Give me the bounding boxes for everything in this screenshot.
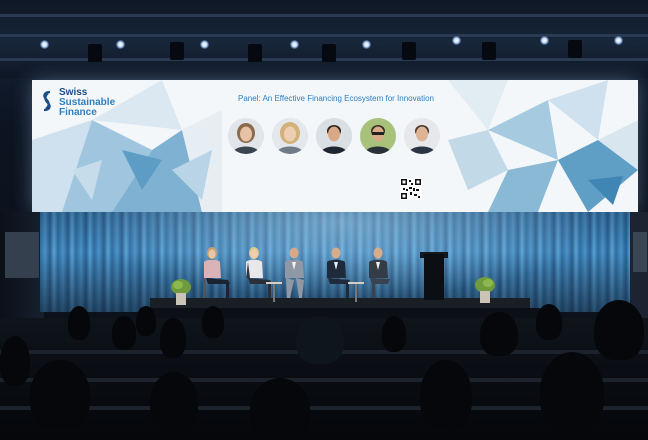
speaker-photo [360,118,396,154]
qr-code [400,178,422,200]
speaker-card [360,118,398,159]
projection-screen: Swiss Sustainable Finance Panel: An Effe… [32,80,638,212]
speaker-photo [228,118,264,154]
speaker-card [272,118,310,159]
conference-photo: Swiss Sustainable Finance Panel: An Effe… [0,0,648,440]
plant-left [171,279,191,305]
speaker-photo [404,118,440,154]
speaker-card [316,118,354,159]
panelist-1 [203,247,230,298]
logo-word-finance: Finance [59,107,97,118]
panelist-3 [285,247,304,298]
ssf-mark-icon [43,90,51,112]
wall-panel [5,232,39,278]
side-table [348,282,364,302]
plant-right [475,277,495,303]
speaker-photo [316,118,352,154]
wall-panel [633,232,647,272]
panelist-5 [369,247,390,298]
speaker-photo [272,118,308,154]
speaker-card [404,118,442,159]
polygon-pattern-right [448,80,638,212]
lectern [424,254,444,300]
panel-title: Panel: An Effective Financing Ecosystem … [238,94,434,103]
side-table [266,282,282,302]
ceiling-truss [0,0,648,78]
speaker-card [228,118,266,159]
swiss-sustainable-finance-logo: Swiss Sustainable Finance [40,88,115,118]
